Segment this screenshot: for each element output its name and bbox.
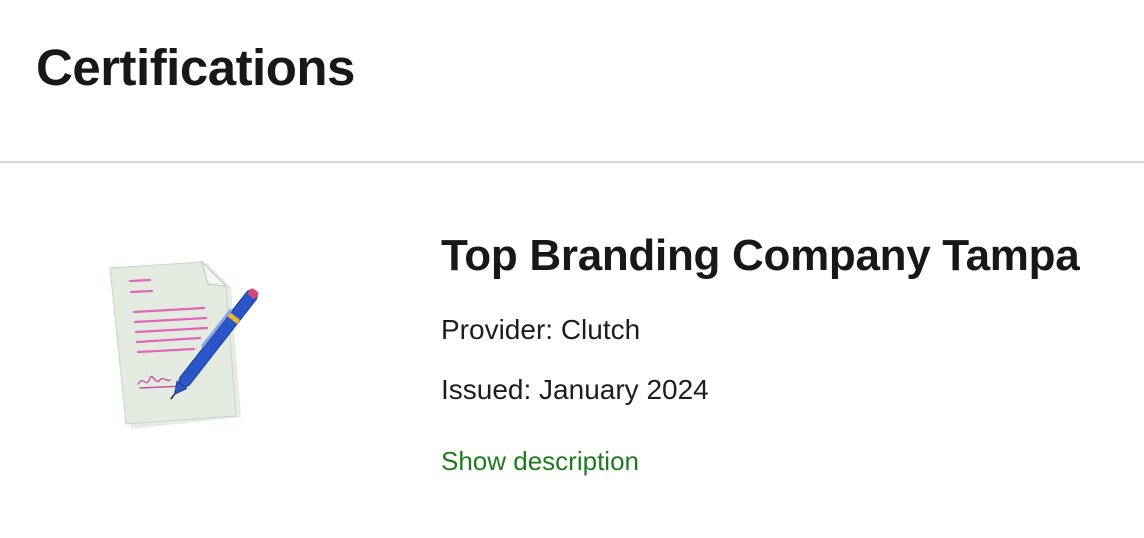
certifications-header: Certifications	[0, 0, 1144, 163]
document-signing-pen-icon	[100, 256, 300, 436]
certification-name: Top Branding Company Tampa	[441, 231, 1080, 280]
certification-provider: Provider: Clutch	[441, 314, 641, 345]
certification-item: Top Branding Company Tampa Provider: Clu…	[0, 163, 1144, 538]
certification-details: Top Branding Company Tampa Provider: Clu…	[441, 229, 1131, 476]
section-title: Certifications	[36, 39, 355, 96]
certifications-page: Certifications Top Branding Company Tamp…	[0, 0, 1144, 538]
show-description-link[interactable]: Show description	[441, 445, 639, 477]
certification-issued-date: Issued: January 2024	[441, 374, 709, 405]
